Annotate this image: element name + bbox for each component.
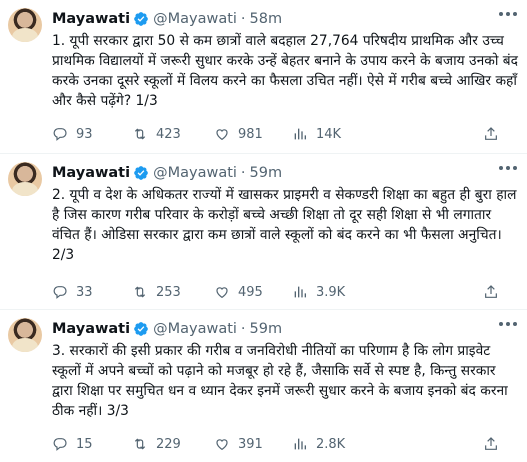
- share-button[interactable]: [483, 436, 507, 452]
- tweet-actions: 33 253 495 3.9K: [52, 282, 507, 302]
- reply-icon: [53, 128, 67, 141]
- like-icon: [216, 129, 228, 141]
- verified-badge-icon: [133, 165, 149, 181]
- separator-dot: ·: [240, 165, 246, 181]
- retweet-button[interactable]: 253: [132, 284, 214, 300]
- tweet-text: 3. सरकारों की इसी प्रकार की गरीब व जनविर…: [52, 343, 508, 419]
- views-button[interactable]: 3.9K: [292, 284, 372, 300]
- like-button[interactable]: 391: [214, 436, 292, 452]
- like-count: 495: [238, 284, 263, 300]
- avatar[interactable]: [8, 8, 42, 42]
- reply-button[interactable]: 33: [52, 284, 132, 300]
- timestamp[interactable]: 59m: [250, 321, 283, 337]
- reply-count: 93: [76, 126, 93, 142]
- retweet-icon: [134, 438, 146, 450]
- share-button[interactable]: [483, 284, 507, 300]
- author-handle[interactable]: @Mayawati: [153, 165, 237, 181]
- verified-badge-icon: [133, 11, 149, 27]
- tweet-header: Mayawati @Mayawati · 59m: [52, 318, 519, 340]
- more-icon[interactable]: [499, 166, 517, 172]
- retweet-button[interactable]: 423: [132, 126, 214, 142]
- tweet-text: 1. यूपी सरकार द्वारा 50 से कम छात्रों वा…: [52, 33, 519, 109]
- retweet-count: 229: [156, 436, 181, 452]
- tweet[interactable]: Mayawati @Mayawati · 59m 3. सरकारों की इ…: [0, 310, 527, 462]
- tweet[interactable]: Mayawati @Mayawati · 59m 2. यूपी व देश क…: [0, 154, 527, 310]
- tweet[interactable]: Mayawati @Mayawati · 58m 1. यूपी सरकार द…: [0, 0, 527, 154]
- timeline: Mayawati @Mayawati · 58m 1. यूपी सरकार द…: [0, 0, 527, 462]
- retweet-icon: [134, 286, 146, 298]
- share-icon: [485, 285, 497, 298]
- reply-button[interactable]: 93: [52, 126, 132, 142]
- tweet-actions: 93 423 981 14K: [52, 124, 507, 144]
- views-count: 14K: [316, 126, 342, 142]
- retweet-count: 253: [156, 284, 181, 300]
- verified-badge-icon: [133, 321, 149, 337]
- views-count: 2.8K: [316, 436, 346, 452]
- share-button[interactable]: [483, 126, 507, 142]
- reply-icon: [53, 438, 67, 451]
- share-icon: [485, 127, 497, 140]
- more-icon[interactable]: [499, 322, 517, 328]
- author-handle[interactable]: @Mayawati: [153, 321, 237, 337]
- author-name[interactable]: Mayawati: [52, 165, 130, 181]
- tweet-header: Mayawati @Mayawati · 58m: [52, 8, 519, 30]
- reply-count: 33: [76, 284, 93, 300]
- reply-button[interactable]: 15: [52, 436, 132, 452]
- like-button[interactable]: 495: [214, 284, 292, 300]
- tweet-header: Mayawati @Mayawati · 59m: [52, 162, 519, 184]
- author-handle[interactable]: @Mayawati: [153, 11, 237, 27]
- separator-dot: ·: [240, 11, 246, 27]
- timestamp[interactable]: 58m: [250, 11, 283, 27]
- retweet-icon: [134, 128, 146, 140]
- retweet-count: 423: [156, 126, 181, 142]
- reply-icon: [53, 286, 67, 299]
- tweet-actions: 15 229 391 2.8K: [52, 434, 507, 454]
- avatar[interactable]: [8, 162, 42, 196]
- views-icon: [294, 128, 306, 140]
- author-name[interactable]: Mayawati: [52, 11, 130, 27]
- reply-count: 15: [76, 436, 93, 452]
- retweet-button[interactable]: 229: [132, 436, 214, 452]
- timestamp[interactable]: 59m: [250, 165, 283, 181]
- views-icon: [294, 438, 306, 450]
- avatar[interactable]: [8, 318, 42, 352]
- views-button[interactable]: 2.8K: [292, 436, 372, 452]
- views-icon: [294, 286, 306, 298]
- like-icon: [216, 287, 228, 299]
- like-count: 981: [238, 126, 263, 142]
- author-name[interactable]: Mayawati: [52, 321, 130, 337]
- more-icon[interactable]: [499, 12, 517, 18]
- views-button[interactable]: 14K: [292, 126, 372, 142]
- tweet-text: 2. यूपी व देश के अधिकतर राज्यों में खासक…: [52, 187, 517, 263]
- share-icon: [485, 437, 497, 450]
- separator-dot: ·: [240, 321, 246, 337]
- like-button[interactable]: 981: [214, 126, 292, 142]
- views-count: 3.9K: [316, 284, 346, 300]
- like-count: 391: [238, 436, 263, 452]
- like-icon: [216, 439, 228, 451]
